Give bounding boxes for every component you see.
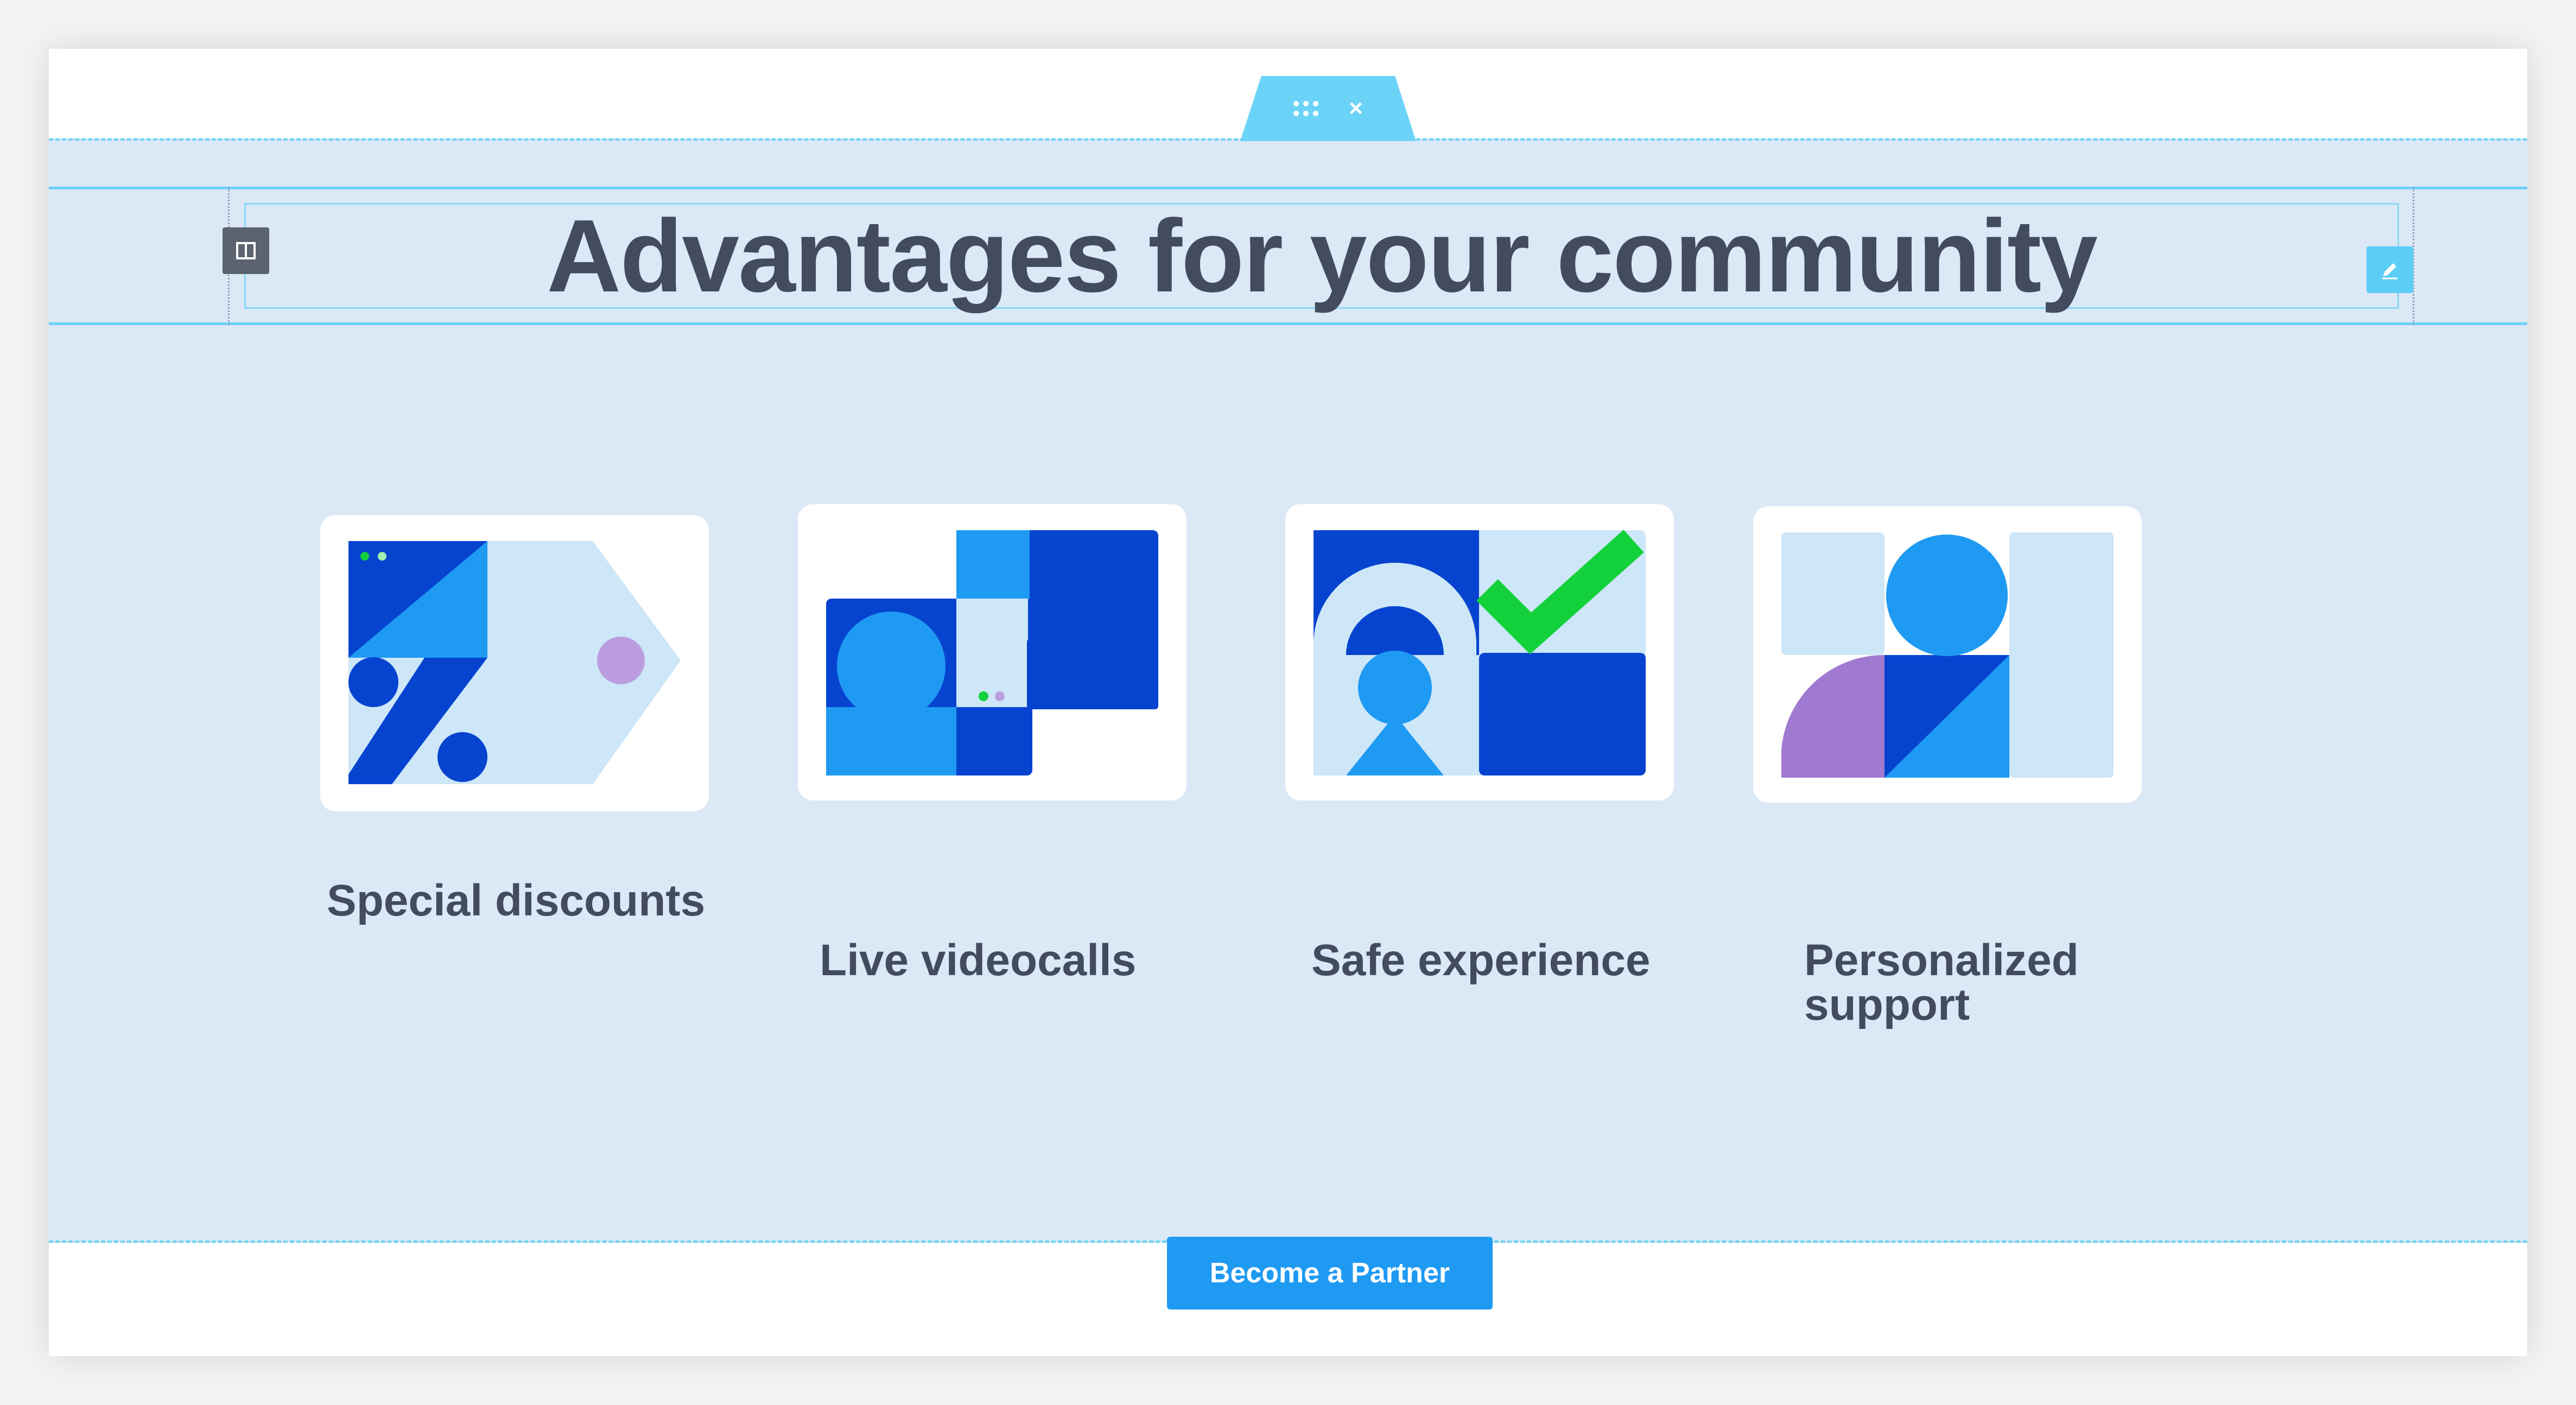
card-personalized-support [1753, 506, 2142, 803]
drag-grip-icon[interactable] [1293, 101, 1319, 116]
feature-label-personalized-support: Personalized support [1804, 936, 2079, 1029]
section-handle[interactable]: × [1240, 76, 1416, 141]
advantages-section[interactable]: Advantages for your community Special di… [49, 138, 2527, 1309]
safety-check-icon [1314, 530, 1646, 775]
section-heading[interactable]: Advantages for your community [547, 197, 2098, 315]
page-canvas: Advantages for your community Special di… [49, 49, 2527, 1356]
close-icon[interactable]: × [1349, 95, 1363, 122]
become-partner-button[interactable]: Become a Partner [1167, 1237, 1493, 1309]
card-safe-experience [1285, 504, 1674, 800]
feature-label-special-discounts: Special discounts [327, 876, 706, 925]
feature-label-live-videocalls: Live videocalls [820, 936, 1137, 985]
heading-container[interactable]: Advantages for your community [244, 199, 2399, 314]
videocall-icon [826, 530, 1158, 775]
columns-icon[interactable] [223, 227, 269, 274]
discount-tag-icon [348, 541, 681, 784]
card-live-videocalls [798, 504, 1187, 800]
pencil-icon[interactable] [2366, 246, 2413, 293]
feature-label-safe-experience: Safe experience [1311, 936, 1651, 985]
card-special-discounts [320, 515, 709, 811]
support-person-icon [1781, 532, 2114, 778]
